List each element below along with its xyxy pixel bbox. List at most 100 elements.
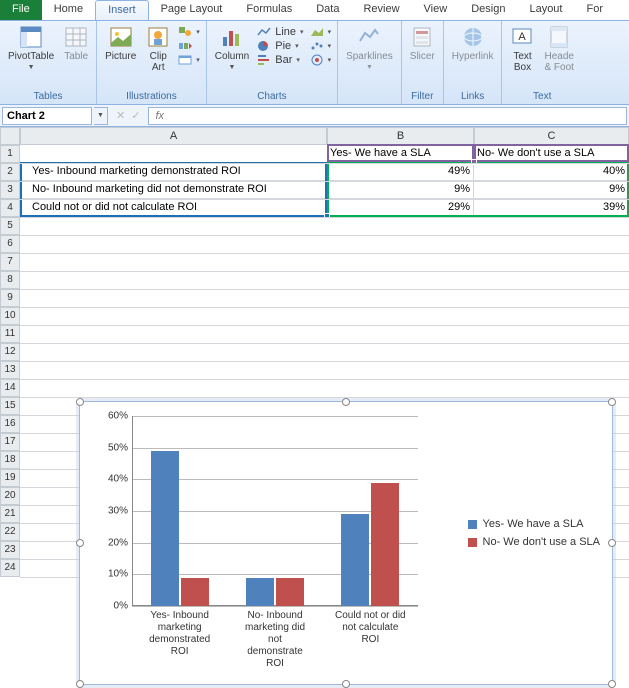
row-head-16[interactable]: 16 [0,415,20,433]
col-head-a[interactable]: A [20,127,327,145]
screenshot-button[interactable]: ▾ [176,53,202,67]
tab-view[interactable]: View [412,0,460,20]
chart-handle[interactable] [342,680,350,688]
cell-c4[interactable]: 39% [474,199,629,217]
chart-handle[interactable] [76,539,84,547]
smartart-button[interactable] [176,39,202,53]
tab-page-layout[interactable]: Page Layout [149,0,235,20]
cell-c3[interactable]: 9% [474,181,629,199]
cell-a4[interactable]: Could not or did not calculate ROI [20,199,327,217]
tab-home[interactable]: Home [42,0,95,20]
row-head-3[interactable]: 3 [0,181,20,199]
pie-chart-button[interactable]: Pie ▾ [255,39,305,53]
screenshot-icon [178,54,192,66]
picture-button[interactable]: Picture [101,23,140,64]
chart-bar[interactable] [276,578,304,607]
row-head-21[interactable]: 21 [0,505,20,523]
cell-b2[interactable]: 49% [327,163,474,181]
cancel-icon[interactable]: ✕ [116,109,125,122]
row-head-22[interactable]: 22 [0,523,20,541]
area-chart-button[interactable]: ▾ [308,25,334,39]
chart-handle[interactable] [608,680,616,688]
row-head-23[interactable]: 23 [0,541,20,559]
range-handle[interactable] [471,159,477,165]
table-button[interactable]: Table [60,23,92,64]
line-chart-button[interactable]: Line ▾ [255,25,305,39]
table-icon [64,25,88,49]
row-head-8[interactable]: 8 [0,271,20,289]
enter-icon[interactable]: ✓ [131,109,140,122]
group-text: A Text Box Heade & Foot Text [502,21,581,104]
tab-formulas[interactable]: Formulas [234,0,304,20]
tab-file[interactable]: File [0,0,42,20]
row-head-19[interactable]: 19 [0,469,20,487]
chart-handle[interactable] [608,398,616,406]
range-handle[interactable] [324,213,330,219]
chart-object[interactable]: 0%10%20%30%40%50%60% Yes- We have a SLAN… [79,401,613,685]
chart-handle[interactable] [76,680,84,688]
spreadsheet[interactable]: A B C /*generated below*/ Yes- We have a… [0,127,629,591]
cell-c1[interactable]: No- We don't use a SLA [474,145,629,163]
select-all-corner[interactable] [0,127,20,145]
row-head-2[interactable]: 2 [0,163,20,181]
row-head-6[interactable]: 6 [0,235,20,253]
name-box[interactable]: Chart 2 [2,107,92,125]
clipart-button[interactable]: Clip Art [142,23,174,75]
formula-input[interactable]: fx [148,107,627,125]
name-box-dropdown[interactable]: ▼ [94,107,108,125]
row-head-15[interactable]: 15 [0,397,20,415]
chart-bar[interactable] [341,514,369,606]
cell-a2[interactable]: Yes- Inbound marketing demonstrated ROI [20,163,327,181]
cell-a3[interactable]: No- Inbound marketing did not demonstrat… [20,181,327,199]
chart-legend[interactable]: Yes- We have a SLANo- We don't use a SLA [468,512,600,554]
tab-data[interactable]: Data [304,0,351,20]
other-chart-button[interactable]: ▾ [308,53,334,67]
tab-design[interactable]: Design [459,0,517,20]
sparklines-button[interactable]: Sparklines ▼ [342,23,397,73]
row-head-20[interactable]: 20 [0,487,20,505]
tab-review[interactable]: Review [351,0,411,20]
chart-bar[interactable] [151,451,179,606]
pivottable-button[interactable]: PivotTable ▼ [4,23,58,73]
tab-insert[interactable]: Insert [95,0,149,20]
legend-swatch [468,520,477,529]
col-head-b[interactable]: B [327,127,474,145]
row-head-12[interactable]: 12 [0,343,20,361]
bar-chart-button[interactable]: Bar ▾ [255,53,305,67]
textbox-button[interactable]: A Text Box [506,23,538,75]
chart-handle[interactable] [608,539,616,547]
row-head-14[interactable]: 14 [0,379,20,397]
row-head-11[interactable]: 11 [0,325,20,343]
row-head-4[interactable]: 4 [0,199,20,217]
chart-bar[interactable] [371,483,399,607]
slicer-label: Slicer [410,51,435,62]
tab-layout[interactable]: Layout [517,0,574,20]
chart-bar[interactable] [181,578,209,607]
row-head-10[interactable]: 10 [0,307,20,325]
hyperlink-button[interactable]: Hyperlink [448,23,498,64]
column-chart-button[interactable]: Column ▼ [211,23,253,73]
row-head-24[interactable]: 24 [0,559,20,577]
cell-b1[interactable]: Yes- We have a SLA [327,145,474,163]
row-head-17[interactable]: 17 [0,433,20,451]
tab-format[interactable]: For [574,0,615,20]
shapes-button[interactable]: ▾ [176,25,202,39]
header-footer-button[interactable]: Heade & Foot [540,23,577,75]
row-head-1[interactable]: 1 [0,145,20,163]
chart-plot-area[interactable]: 0%10%20%30%40%50%60% [102,416,418,606]
row-head-9[interactable]: 9 [0,289,20,307]
col-head-c[interactable]: C [474,127,629,145]
row-head-7[interactable]: 7 [0,253,20,271]
cell-b3[interactable]: 9% [327,181,474,199]
chart-handle[interactable] [342,398,350,406]
row-head-18[interactable]: 18 [0,451,20,469]
line-chart-icon [257,26,271,38]
cell-c2[interactable]: 40% [474,163,629,181]
row-head-13[interactable]: 13 [0,361,20,379]
cell-b4[interactable]: 29% [327,199,474,217]
chart-bar[interactable] [246,578,274,607]
row-head-5[interactable]: 5 [0,217,20,235]
chart-handle[interactable] [76,398,84,406]
scatter-chart-button[interactable]: ▾ [308,39,334,53]
slicer-button[interactable]: Slicer [406,23,439,64]
